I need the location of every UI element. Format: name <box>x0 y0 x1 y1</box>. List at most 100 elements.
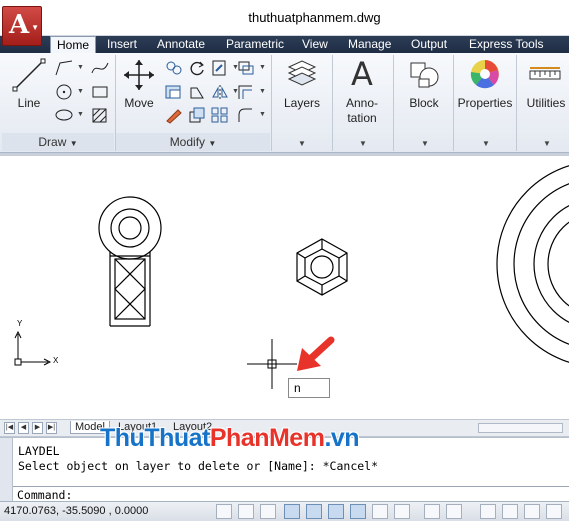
draw-panel-footer[interactable]: Draw ▼ <box>2 133 114 151</box>
title-bar: thuthuatphanmem.dwg <box>0 0 569 36</box>
rotate-icon[interactable] <box>187 59 207 77</box>
tab-output[interactable]: Output <box>405 36 453 53</box>
ortho-mode-icon[interactable] <box>284 504 300 519</box>
command-prompt: Command: <box>17 488 73 502</box>
polyline-icon[interactable] <box>54 59 74 77</box>
chevron-down-icon[interactable]: ▼ <box>259 111 266 118</box>
panel-divider <box>393 55 394 151</box>
object-snap-icon[interactable] <box>328 504 344 519</box>
circle-icon[interactable] <box>54 83 74 101</box>
snap-mode-icon[interactable] <box>238 504 254 519</box>
object-snap-tracking-icon[interactable] <box>350 504 366 519</box>
layers-icon <box>287 60 317 86</box>
chevron-down-icon[interactable]: ▼ <box>259 64 266 71</box>
array-icon[interactable] <box>210 106 230 124</box>
application-menu-button[interactable]: A ▼ <box>2 6 42 46</box>
command-history-line: LAYDEL <box>18 444 60 458</box>
tab-home[interactable]: Home <box>50 36 97 54</box>
last-layout-icon[interactable]: ▶| <box>46 422 57 434</box>
modify-panel-title: Modify <box>169 135 206 149</box>
tab-view[interactable]: View <box>296 36 334 53</box>
chevron-down-icon: ▼ <box>543 139 551 148</box>
copy-icon[interactable] <box>164 59 184 77</box>
zoom-icon[interactable] <box>502 504 518 519</box>
ribbon: Line ▼ ▼ ▼ Draw ▼ Move ▼ ▼ ▼ ▼ ▼ Modify … <box>0 53 569 153</box>
command-input[interactable]: Command: <box>13 486 569 502</box>
block-icon <box>410 62 439 88</box>
explode-icon[interactable] <box>236 59 256 77</box>
pan-icon[interactable] <box>480 504 496 519</box>
erase-icon[interactable] <box>164 106 184 124</box>
chevron-down-icon: ▼ <box>69 139 78 148</box>
chevron-down-icon: ▼ <box>482 139 490 148</box>
dynamic-input-icon[interactable] <box>394 504 410 519</box>
drawing-object-pin[interactable] <box>98 196 162 327</box>
line-icon[interactable] <box>12 58 46 92</box>
chevron-down-icon[interactable]: ▼ <box>259 88 266 95</box>
dynamic-ucs-icon[interactable] <box>372 504 388 519</box>
trim-icon[interactable] <box>210 59 230 77</box>
watermark-part3: .vn <box>324 424 360 452</box>
ribbon-tab-bar: Home Insert Annotate Parametric View Man… <box>0 36 569 54</box>
properties-label: Properties <box>457 96 513 110</box>
chevron-down-icon: ▼ <box>421 139 429 148</box>
layout-space-icon[interactable] <box>446 504 462 519</box>
stretch-icon[interactable] <box>187 83 207 101</box>
grid-display-icon[interactable] <box>260 504 276 519</box>
spline-icon[interactable] <box>90 59 110 77</box>
panel-divider <box>332 55 333 151</box>
red-arrow-annotation-icon <box>297 336 335 371</box>
hatch-icon[interactable] <box>90 106 110 124</box>
chevron-down-icon: ▼ <box>298 139 306 148</box>
chevron-down-icon[interactable]: ▼ <box>77 88 84 95</box>
chevron-down-icon[interactable]: ▼ <box>77 111 84 118</box>
watermark-part2: PhanMem <box>209 424 325 452</box>
annotation-label-line1: Anno- <box>345 96 379 110</box>
chevron-down-icon[interactable]: ▼ <box>77 64 84 71</box>
tab-insert[interactable]: Insert <box>101 36 143 53</box>
steering-wheel-icon[interactable] <box>524 504 540 519</box>
polar-tracking-icon[interactable] <box>306 504 322 519</box>
command-window-grip[interactable] <box>0 438 13 502</box>
tab-parametric[interactable]: Parametric <box>220 36 290 53</box>
previous-layout-icon[interactable]: ◀ <box>18 422 29 434</box>
first-layout-icon[interactable]: |◀ <box>4 422 15 434</box>
model-space-icon[interactable] <box>424 504 440 519</box>
next-layout-icon[interactable]: ▶ <box>32 422 43 434</box>
dynamic-input-field[interactable]: n <box>288 378 330 398</box>
mirror-icon[interactable] <box>164 83 184 101</box>
horizontal-scrollbar[interactable] <box>478 423 563 433</box>
annotation-text-icon: A <box>351 55 373 93</box>
drawing-object-concentric-circles[interactable] <box>496 161 569 367</box>
move-icon[interactable] <box>122 58 156 92</box>
line-button-label[interactable]: Line <box>10 96 48 110</box>
window-title: thuthuatphanmem.dwg <box>248 10 381 25</box>
panel-divider <box>516 55 517 151</box>
ucs-x-label: X <box>53 356 59 365</box>
offset-icon[interactable] <box>236 83 256 101</box>
chevron-down-icon: ▼ <box>31 23 39 32</box>
block-label: Block <box>409 96 439 110</box>
move-button-label[interactable]: Move <box>118 96 160 110</box>
tab-manage[interactable]: Manage <box>342 36 397 53</box>
ucs-y-label: Y <box>17 319 23 328</box>
status-bar: 4170.0763, -35.5090 , 0.0000 <box>0 501 569 521</box>
ucs-icon <box>14 330 52 366</box>
annotation-label-line2: tation <box>347 111 377 125</box>
modify-panel-footer[interactable]: Modify ▼ <box>116 133 270 151</box>
rectangle-icon[interactable] <box>90 83 110 101</box>
showmotion-icon[interactable] <box>546 504 562 519</box>
tab-express-tools[interactable]: Express Tools <box>463 36 549 53</box>
scale-icon[interactable] <box>187 106 207 124</box>
mirror-line-icon[interactable] <box>210 83 230 101</box>
panel-divider <box>271 55 272 151</box>
drawing-geometry[interactable] <box>0 156 569 422</box>
tab-annotate[interactable]: Annotate <box>151 36 211 53</box>
coordinates-readout[interactable]: 4170.0763, -35.5090 , 0.0000 <box>4 505 148 517</box>
infer-constraints-icon[interactable] <box>216 504 232 519</box>
watermark-logo: ThuThuatPhanMem.vn <box>100 424 360 453</box>
fillet-icon[interactable] <box>236 106 256 124</box>
drawing-object-hex-nut[interactable] <box>296 238 348 296</box>
arc-icon[interactable] <box>54 106 74 124</box>
drawing-canvas[interactable]: Y X n <box>0 153 569 419</box>
